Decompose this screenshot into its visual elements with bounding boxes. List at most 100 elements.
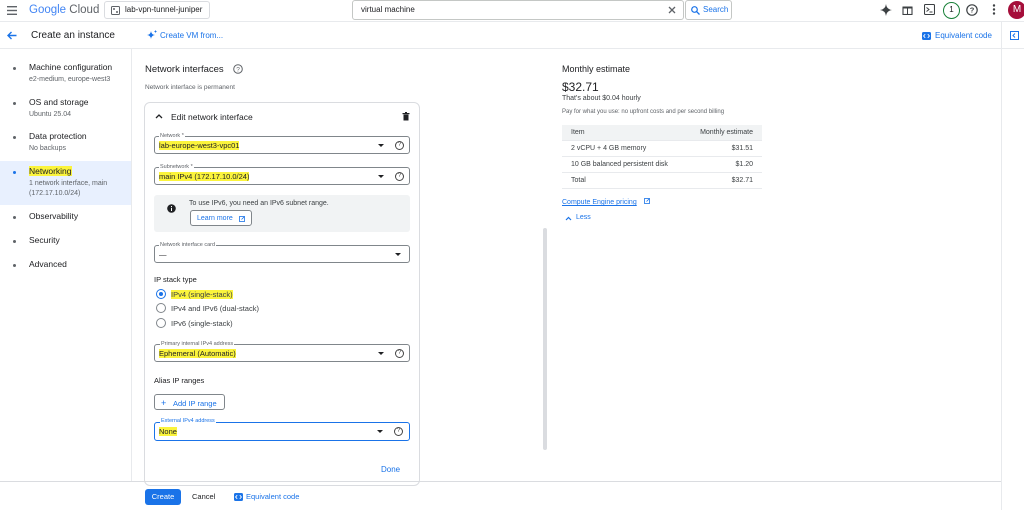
sparkle-icon <box>146 30 157 41</box>
row-item: Total <box>571 177 586 184</box>
external-ipv4-value: None <box>159 427 177 436</box>
pricing-link-label: Compute Engine pricing <box>562 199 637 206</box>
logo-google-text: Google <box>29 4 67 16</box>
gift-icon[interactable] <box>902 4 913 15</box>
subnetwork-label: Subnetwork * <box>159 164 194 170</box>
table-row-total: Total $32.71 <box>562 173 762 189</box>
nav-item-label: Machine configuration <box>29 62 113 72</box>
nav-item-sub: e2-medium, europe-west3 <box>29 76 111 83</box>
nav-item-label: OS and storage <box>29 97 89 107</box>
cancel-button[interactable]: Cancel <box>192 492 215 501</box>
add-ip-range-button[interactable]: + Add IP range <box>154 394 225 410</box>
nav-item-sub: No backups <box>29 145 66 152</box>
row-cost: $1.20 <box>735 161 753 168</box>
learn-more-button[interactable]: Learn more <box>190 210 252 226</box>
card-title: Edit network interface <box>171 112 253 122</box>
create-button[interactable]: Create <box>145 489 181 505</box>
ip-stack-title: IP stack type <box>154 275 197 284</box>
project-tree-icon <box>111 6 120 15</box>
notifications-badge[interactable]: 1 <box>943 2 960 19</box>
row-item: 2 vCPU + 4 GB memory <box>571 145 647 152</box>
nav-bullet <box>13 216 16 219</box>
ipv6-info-text: To use IPv6, you need an IPv6 subnet ran… <box>189 200 329 207</box>
ipv6-single-radio[interactable] <box>156 318 166 328</box>
project-picker[interactable]: lab-vpn-tunnel-juniper <box>104 1 210 19</box>
back-arrow-icon[interactable] <box>7 31 17 40</box>
more-options-icon[interactable] <box>992 4 996 15</box>
nav-bullet <box>13 264 16 267</box>
nav-item-machine-configuration[interactable]: Machine configuration e2-medium, europe-… <box>0 62 131 92</box>
pricing-link[interactable]: Compute Engine pricing <box>562 197 650 206</box>
gemini-sparkle-icon[interactable] <box>880 4 892 16</box>
dual-stack-radio[interactable] <box>156 303 166 313</box>
nav-bullet <box>13 171 16 174</box>
nic-value: — <box>159 250 167 259</box>
subnetwork-select[interactable]: Subnetwork * main IPv4 (172.17.10.0/24) … <box>154 164 410 185</box>
code-icon <box>234 493 243 501</box>
collapse-panel-icon[interactable] <box>1010 31 1019 40</box>
nav-item-os-storage[interactable]: OS and storage Ubuntu 25.04 <box>0 97 131 127</box>
search-value: virtual machine <box>361 5 415 14</box>
nav-item-data-protection[interactable]: Data protection No backups <box>0 131 131 161</box>
help-icon[interactable]: ? <box>966 4 978 16</box>
nav-item-advanced[interactable]: Advanced <box>0 259 131 273</box>
network-help-icon[interactable]: ? <box>395 141 404 150</box>
create-vm-from-label: Create VM from... <box>160 31 224 40</box>
scrollbar[interactable] <box>543 228 547 450</box>
ipv4-single-radio[interactable] <box>156 289 166 299</box>
main-menu-icon[interactable] <box>7 6 17 15</box>
network-select[interactable]: Network * lab-europe-west3-vpc01 ? <box>154 133 410 154</box>
table-row: 10 GB balanced persistent disk $1.20 <box>562 157 762 173</box>
chevron-up-icon <box>565 216 572 221</box>
row-cost: $31.51 <box>731 145 753 152</box>
footer-divider <box>0 481 1001 482</box>
subnetwork-value: main IPv4 (172.17.10.0/24) <box>159 172 250 181</box>
avatar[interactable]: M <box>1008 1 1024 19</box>
external-ipv4-help-icon[interactable]: ? <box>394 427 403 436</box>
collapse-chevron-icon[interactable] <box>155 113 163 119</box>
section-help-icon[interactable]: ? <box>233 64 243 74</box>
nav-item-observability[interactable]: Observability <box>0 211 131 225</box>
svg-text:?: ? <box>970 6 975 15</box>
external-ipv4-select[interactable]: External IPv4 address None ? <box>154 418 410 441</box>
nav-item-label: Security <box>29 235 60 245</box>
page-title: Create an instance <box>31 30 115 41</box>
primary-ipv4-select[interactable]: Primary internal IPv4 address Ephemeral … <box>154 341 410 362</box>
nav-divider <box>131 49 132 481</box>
primary-ipv4-help-icon[interactable]: ? <box>395 349 404 358</box>
table-row: 2 vCPU + 4 GB memory $31.51 <box>562 141 762 157</box>
ipv6-single-label: IPv6 (single-stack) <box>171 319 233 328</box>
nav-item-label-text: Networking <box>29 166 72 176</box>
section-title: Network interfaces <box>145 64 224 75</box>
external-link-icon <box>239 216 245 222</box>
google-cloud-logo[interactable]: Google Cloud <box>29 4 99 16</box>
less-label: Less <box>576 214 591 221</box>
alias-title: Alias IP ranges <box>154 376 205 385</box>
nav-item-sub: Ubuntu 25.04 <box>29 111 72 118</box>
learn-more-label: Learn more <box>197 214 233 222</box>
col-estimate-header: Monthly estimate <box>700 129 753 136</box>
nav-item-security[interactable]: Security <box>0 235 131 249</box>
network-value: lab-europe-west3-vpc01 <box>159 141 240 150</box>
right-panel-divider <box>1001 22 1002 510</box>
nic-select[interactable]: Network interface card — <box>154 242 410 263</box>
code-icon <box>922 32 931 40</box>
search-icon <box>691 6 700 15</box>
row-cost: $32.71 <box>731 177 753 184</box>
cloud-shell-icon[interactable] <box>924 4 935 15</box>
nav-item-label: Advanced <box>29 259 67 269</box>
dual-stack-label: IPv4 and IPv6 (dual-stack) <box>171 304 259 313</box>
logo-cloud-text: Cloud <box>69 4 100 16</box>
done-button[interactable]: Done <box>381 465 400 474</box>
delete-icon[interactable] <box>402 112 410 121</box>
dropdown-arrow-icon <box>378 144 384 147</box>
search-input[interactable]: virtual machine <box>352 0 684 20</box>
subnetwork-help-icon[interactable]: ? <box>395 172 404 181</box>
search-button-label: Search <box>703 5 729 14</box>
clear-search-icon[interactable] <box>668 6 676 14</box>
nav-item-networking[interactable]: Networking 1 network interface, main (17… <box>0 161 131 205</box>
nav-bullet <box>13 240 16 243</box>
dropdown-arrow-icon <box>395 253 401 256</box>
search-button[interactable]: Search <box>685 0 732 20</box>
plus-icon: + <box>161 398 167 408</box>
